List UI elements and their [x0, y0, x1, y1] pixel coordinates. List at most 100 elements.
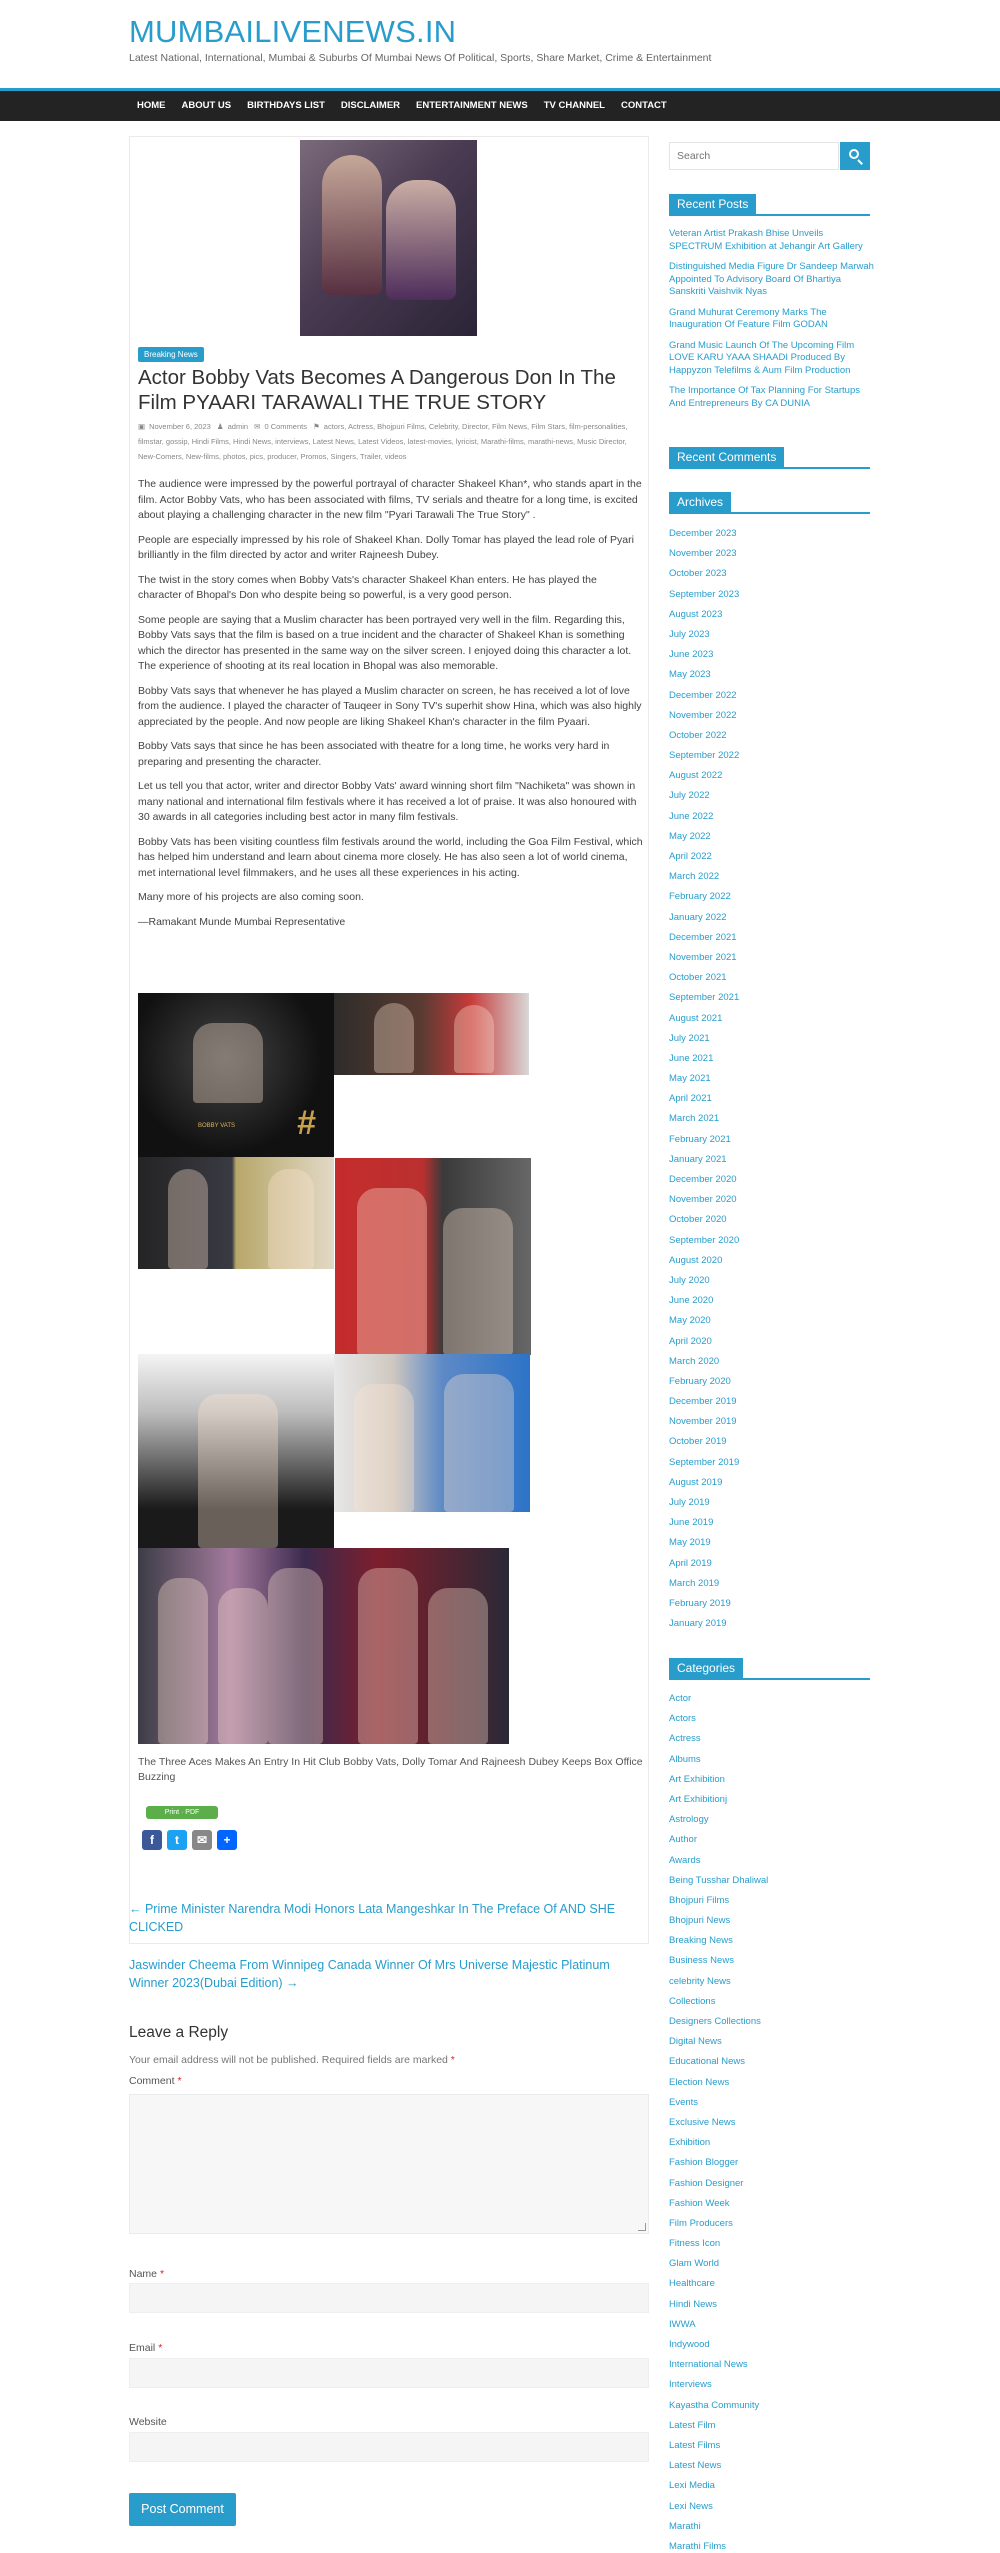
- category-link[interactable]: Actress: [669, 1731, 874, 1751]
- recent-post-link[interactable]: Veteran Artist Prakash Bhise Unveils SPE…: [669, 228, 874, 253]
- archive-link[interactable]: October 2021: [669, 970, 874, 990]
- category-link[interactable]: IWWA: [669, 2317, 874, 2337]
- archive-link[interactable]: June 2020: [669, 1293, 874, 1313]
- category-link[interactable]: Exclusive News: [669, 2115, 874, 2135]
- archive-link[interactable]: March 2020: [669, 1354, 874, 1374]
- archive-link[interactable]: July 2022: [669, 788, 874, 808]
- previous-post-link[interactable]: ← Prime Minister Narendra Modi Honors La…: [129, 1900, 649, 1936]
- category-link[interactable]: Art Exhibition: [669, 1772, 874, 1792]
- gallery-image-4[interactable]: [335, 1158, 531, 1355]
- archive-link[interactable]: October 2020: [669, 1212, 874, 1232]
- category-link[interactable]: Collections: [669, 1994, 874, 2014]
- archive-link[interactable]: April 2022: [669, 849, 874, 869]
- archive-link[interactable]: November 2022: [669, 708, 874, 728]
- category-badge[interactable]: Breaking News: [138, 347, 204, 362]
- category-link[interactable]: Actors: [669, 1711, 874, 1731]
- archive-link[interactable]: September 2022: [669, 748, 874, 768]
- archive-link[interactable]: August 2020: [669, 1253, 874, 1273]
- share-plus-icon[interactable]: +: [217, 1830, 237, 1850]
- recent-post-link[interactable]: The Importance Of Tax Planning For Start…: [669, 385, 874, 410]
- archive-link[interactable]: July 2019: [669, 1495, 874, 1515]
- category-link[interactable]: Latest Films: [669, 2438, 874, 2458]
- archive-link[interactable]: October 2023: [669, 566, 874, 586]
- archive-link[interactable]: May 2020: [669, 1313, 874, 1333]
- archive-link[interactable]: February 2022: [669, 889, 874, 909]
- archive-link[interactable]: September 2020: [669, 1233, 874, 1253]
- category-link[interactable]: Albums: [669, 1752, 874, 1772]
- archive-link[interactable]: February 2019: [669, 1596, 874, 1616]
- archive-link[interactable]: June 2022: [669, 809, 874, 829]
- archive-link[interactable]: November 2023: [669, 546, 874, 566]
- archive-link[interactable]: May 2019: [669, 1535, 874, 1555]
- archive-link[interactable]: November 2020: [669, 1192, 874, 1212]
- category-link[interactable]: Fashion Week: [669, 2196, 874, 2216]
- archive-link[interactable]: January 2022: [669, 910, 874, 930]
- gallery-image-2[interactable]: [334, 993, 529, 1075]
- category-link[interactable]: Lexi Media: [669, 2478, 874, 2498]
- category-link[interactable]: Being Tusshar Dhaliwal: [669, 1873, 874, 1893]
- print-pdf-button[interactable]: Print · PDF: [146, 1806, 218, 1819]
- category-link[interactable]: celebrity News: [669, 1974, 874, 1994]
- search-input[interactable]: [669, 142, 839, 170]
- archive-link[interactable]: April 2021: [669, 1091, 874, 1111]
- archive-link[interactable]: February 2021: [669, 1132, 874, 1152]
- category-link[interactable]: Interviews: [669, 2377, 874, 2397]
- archive-link[interactable]: December 2022: [669, 688, 874, 708]
- category-link[interactable]: Breaking News: [669, 1933, 874, 1953]
- category-link[interactable]: Bhojpuri News: [669, 1913, 874, 1933]
- post-comment-button[interactable]: Post Comment: [129, 2493, 236, 2526]
- archive-link[interactable]: June 2021: [669, 1051, 874, 1071]
- category-link[interactable]: Fashion Designer: [669, 2176, 874, 2196]
- archive-link[interactable]: October 2019: [669, 1434, 874, 1454]
- archive-link[interactable]: March 2019: [669, 1576, 874, 1596]
- category-link[interactable]: Latest Film: [669, 2418, 874, 2438]
- archive-link[interactable]: September 2021: [669, 990, 874, 1010]
- post-author[interactable]: admin: [228, 422, 248, 431]
- category-link[interactable]: Author: [669, 1832, 874, 1852]
- nav-contact[interactable]: CONTACT: [613, 91, 675, 121]
- archive-link[interactable]: August 2023: [669, 607, 874, 627]
- nav-tv-channel[interactable]: TV CHANNEL: [536, 91, 613, 121]
- category-link[interactable]: Marathi Films: [669, 2539, 874, 2553]
- archive-link[interactable]: May 2023: [669, 667, 874, 687]
- category-link[interactable]: Exhibition: [669, 2135, 874, 2155]
- category-link[interactable]: Art Exhibitionj: [669, 1792, 874, 1812]
- category-link[interactable]: Fitness Icon: [669, 2236, 874, 2256]
- category-link[interactable]: Business News: [669, 1953, 874, 1973]
- category-link[interactable]: Actor: [669, 1691, 874, 1711]
- archive-link[interactable]: November 2021: [669, 950, 874, 970]
- archive-link[interactable]: August 2021: [669, 1011, 874, 1031]
- nav-about-us[interactable]: ABOUT US: [174, 91, 240, 121]
- archive-link[interactable]: July 2023: [669, 627, 874, 647]
- category-link[interactable]: Hindi News: [669, 2297, 874, 2317]
- gallery-image-5[interactable]: [138, 1354, 334, 1548]
- archive-link[interactable]: July 2021: [669, 1031, 874, 1051]
- category-link[interactable]: Election News: [669, 2075, 874, 2095]
- post-comments-count[interactable]: 0 Comments: [264, 422, 307, 431]
- twitter-icon[interactable]: t: [167, 1830, 187, 1850]
- archive-link[interactable]: June 2019: [669, 1515, 874, 1535]
- recent-post-link[interactable]: Grand Muhurat Ceremony Marks The Inaugur…: [669, 307, 874, 332]
- archive-link[interactable]: January 2019: [669, 1616, 874, 1636]
- archive-link[interactable]: May 2022: [669, 829, 874, 849]
- category-link[interactable]: Healthcare: [669, 2276, 874, 2296]
- gallery-image-6[interactable]: [334, 1354, 530, 1512]
- archive-link[interactable]: December 2019: [669, 1394, 874, 1414]
- email-icon[interactable]: ✉: [192, 1830, 212, 1850]
- category-link[interactable]: Astrology: [669, 1812, 874, 1832]
- archive-link[interactable]: November 2019: [669, 1414, 874, 1434]
- category-link[interactable]: Latest News: [669, 2458, 874, 2478]
- gallery-image-7[interactable]: [138, 1548, 509, 1744]
- archive-link[interactable]: July 2020: [669, 1273, 874, 1293]
- category-link[interactable]: Educational News: [669, 2054, 874, 2074]
- nav-home[interactable]: HOME: [129, 91, 174, 121]
- name-input[interactable]: [129, 2283, 649, 2313]
- category-link[interactable]: Kayastha Community: [669, 2398, 874, 2418]
- nav-entertainment-news[interactable]: ENTERTAINMENT NEWS: [408, 91, 536, 121]
- post-tags[interactable]: actors, Actress, Bhojpuri Films, Celebri…: [138, 422, 627, 461]
- archive-link[interactable]: June 2023: [669, 647, 874, 667]
- archive-link[interactable]: April 2019: [669, 1556, 874, 1576]
- category-link[interactable]: Bhojpuri Films: [669, 1893, 874, 1913]
- category-link[interactable]: Designers Collections: [669, 2014, 874, 2034]
- category-link[interactable]: Film Producers: [669, 2216, 874, 2236]
